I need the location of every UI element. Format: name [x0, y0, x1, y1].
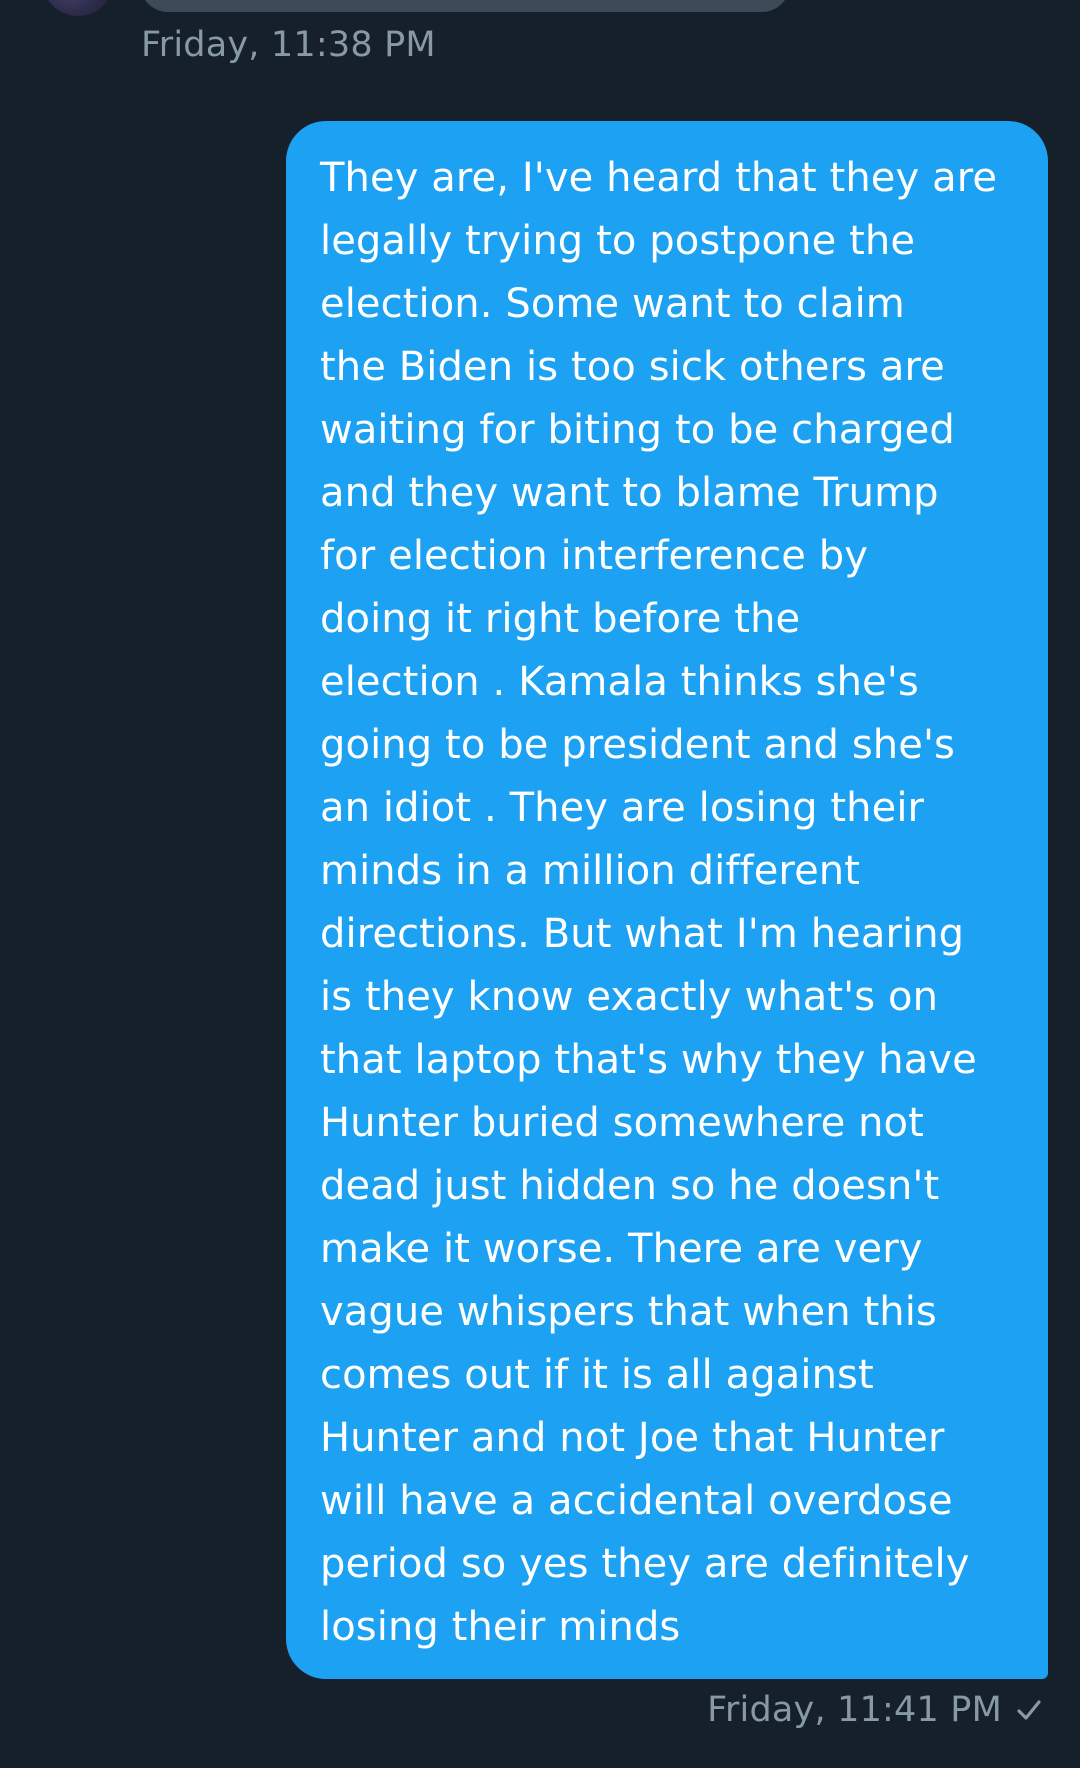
avatar[interactable] [42, 0, 114, 16]
message-text-line: and they want to blame Trump [320, 470, 939, 516]
message-text-line: going to be president and she's [320, 722, 955, 768]
message-text-line: election . Kamala thinks she's [320, 659, 919, 705]
sent-message-timestamp: Friday, 11:41 PM [707, 1690, 1002, 1730]
message-text-line: make it worse. There are very [320, 1226, 923, 1272]
message-text-line: period so yes they are definitely [320, 1541, 970, 1587]
check-icon [1016, 1698, 1042, 1722]
message-text-line: waiting for biting to be charged [320, 407, 955, 453]
message-text-line: losing their minds [320, 1604, 681, 1650]
message-text-line: minds in a million different [320, 848, 861, 894]
message-text-line: the Biden is too sick others are [320, 344, 945, 390]
message-text-line: doing it right before the [320, 596, 801, 642]
message-text-line: vague whispers that when this [320, 1289, 937, 1335]
message-text-line: legally trying to postpone the [320, 218, 916, 264]
message-text-line: They are, I've heard that they are [320, 155, 998, 201]
message-text-line: an idiot . They are losing their [320, 785, 925, 831]
message-text-line: directions. But what I'm hearing [320, 911, 965, 957]
message-text-line: Hunter and not Joe that Hunter [320, 1415, 945, 1461]
sent-message-meta: Friday, 11:41 PM [707, 1690, 1042, 1730]
message-text-line: dead just hidden so he doesn't [320, 1163, 940, 1209]
message-text-line: Hunter buried somewhere not [320, 1100, 924, 1146]
message-text-line: election. Some want to claim [320, 281, 905, 327]
previous-message-bubble[interactable] [140, 0, 790, 12]
message-text-line: will have a accidental overdose [320, 1478, 953, 1524]
received-message-timestamp: Friday, 11:38 PM [141, 25, 436, 65]
message-text-line: that laptop that's why they have [320, 1037, 977, 1083]
message-text-line: comes out if it is all against [320, 1352, 874, 1398]
message-text-line: for election interference by [320, 533, 868, 579]
message-text-line: is they know exactly what's on [320, 974, 939, 1020]
sent-message-bubble[interactable]: They are, I've heard that they are legall… [286, 121, 1048, 1679]
